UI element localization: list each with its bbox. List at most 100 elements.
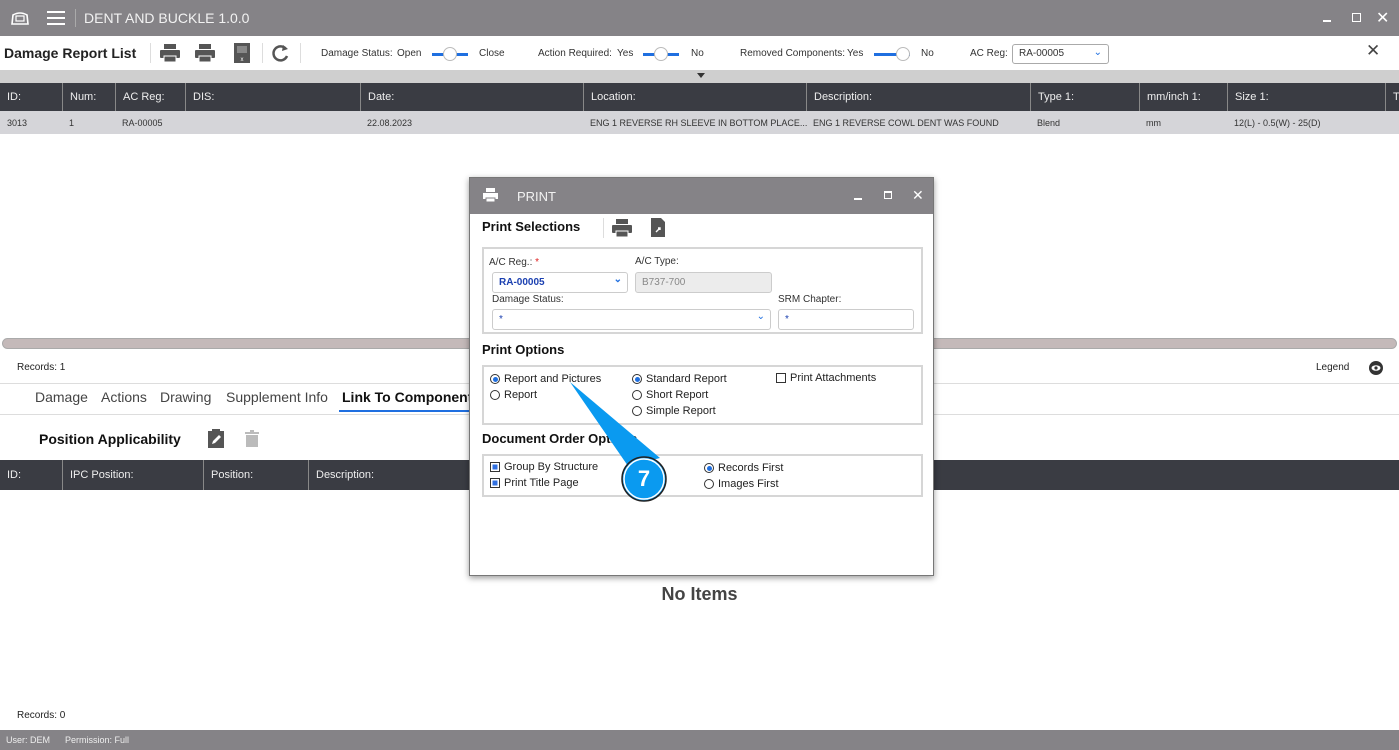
radio-report-and-pictures[interactable]: Report and Pictures [490, 373, 601, 385]
col-description[interactable]: Description: [308, 460, 374, 490]
close-dialog-button[interactable]: ✕ [912, 187, 924, 204]
damage-status-select[interactable]: * ⌄ [492, 309, 771, 330]
refresh-icon[interactable] [270, 43, 290, 63]
table-row[interactable]: 3013 1 RA-00005 22.08.2023 ENG 1 REVERSE… [0, 111, 1399, 134]
radio-simple-report[interactable]: Simple Report [632, 405, 716, 417]
tab-drawing[interactable]: Drawing [160, 389, 211, 405]
removed-components-label: Removed Components: [740, 48, 846, 59]
col-id[interactable]: ID: [0, 83, 21, 111]
print-dialog: PRINT ✕ Print Selections A/C Reg.: * RA-… [469, 177, 934, 576]
cell-type1: Blend [1037, 117, 1061, 128]
title-bar: DENT AND BUCKLE 1.0.0 ✕ [0, 0, 1399, 36]
checkbox-print-attachments[interactable]: Print Attachments [776, 372, 876, 384]
col-location[interactable]: Location: [583, 83, 636, 111]
col-ipc-position[interactable]: IPC Position: [62, 460, 134, 490]
removed-yes-label: Yes [847, 48, 864, 59]
col-position[interactable]: Position: [203, 460, 253, 490]
action-required-toggle[interactable] [643, 47, 679, 61]
collapse-strip[interactable] [0, 70, 1399, 83]
close-window-button[interactable]: ✕ [1376, 8, 1389, 28]
ac-reg-value: RA-00005 [499, 277, 545, 288]
radio-standard-report[interactable]: Standard Report [632, 373, 727, 385]
col-id[interactable]: ID: [0, 460, 21, 490]
col-dis[interactable]: DIS: [185, 83, 214, 111]
ac-reg-label: A/C Reg.: [489, 257, 533, 268]
col-size1[interactable]: Size 1: [1227, 83, 1269, 111]
cell-ac-reg: RA-00005 [122, 117, 163, 128]
cell-id: 3013 [7, 117, 28, 128]
chevron-down-icon: ⌄ [613, 274, 622, 285]
restore-button[interactable] [1352, 13, 1361, 22]
ac-type-field: B737-700 [635, 272, 772, 293]
checkbox-print-title-page[interactable]: Print Title Page [490, 477, 579, 489]
app-logo-icon [11, 12, 29, 25]
srm-chapter-label: SRM Chapter: [778, 294, 842, 305]
col-type1[interactable]: Type 1: [1030, 83, 1074, 111]
tab-damage[interactable]: Damage [35, 389, 88, 405]
option-label: Images First [718, 478, 779, 490]
document-order-title: Document Order Options [482, 431, 638, 446]
option-label: Report [504, 389, 538, 401]
damage-status-toggle[interactable] [432, 47, 468, 61]
chevron-down-icon: ⌄ [756, 311, 765, 322]
col-description[interactable]: Description: [806, 83, 872, 111]
export-file-icon[interactable] [651, 218, 665, 237]
eye-icon[interactable] [1369, 361, 1383, 375]
records-count: Records: 1 [17, 362, 66, 373]
status-bar: User: DEM Permission: Full [0, 730, 1399, 750]
radio-short-report[interactable]: Short Report [632, 389, 708, 401]
damage-status-label: Damage Status: [321, 48, 393, 59]
col-num[interactable]: Num: [62, 83, 96, 111]
ac-reg-value: RA-00005 [1019, 48, 1065, 59]
print-options-box: Report and Pictures Report Standard Repo… [482, 365, 923, 425]
print-preview-icon[interactable] [195, 44, 215, 62]
cell-location: ENG 1 REVERSE RH SLEEVE IN BOTTOM PLACE.… [590, 117, 808, 128]
radio-images-first[interactable]: Images First [704, 478, 779, 490]
damage-status-close-label: Close [479, 48, 505, 59]
radio-report[interactable]: Report [490, 389, 537, 401]
delete-icon[interactable] [245, 430, 259, 447]
app-title: DENT AND BUCKLE 1.0.0 [84, 10, 250, 26]
print-icon [483, 188, 498, 202]
ac-reg-select[interactable]: RA-00005 ⌄ [1012, 44, 1109, 64]
radio-records-first[interactable]: Records First [704, 462, 783, 474]
close-panel-button[interactable]: ✕ [1366, 41, 1380, 61]
legend-label[interactable]: Legend [1316, 362, 1349, 373]
srm-chapter-input[interactable]: * [778, 309, 914, 330]
col-date[interactable]: Date: [360, 83, 394, 111]
cell-description: ENG 1 REVERSE COWL DENT WAS FOUND [813, 117, 999, 128]
collapse-arrow-icon[interactable] [697, 73, 705, 78]
col-ac-reg[interactable]: AC Reg: [115, 83, 165, 111]
print-button-icon[interactable] [612, 219, 632, 237]
toolbar: Damage Report List x Damage Status: Open… [0, 36, 1399, 70]
action-yes-label: Yes [617, 48, 634, 59]
col-mm-inch1[interactable]: mm/inch 1: [1139, 83, 1201, 111]
hamburger-menu-icon[interactable] [47, 11, 65, 25]
option-label: Report and Pictures [504, 373, 602, 385]
print-selections-title: Print Selections [482, 219, 581, 234]
ac-type-label: A/C Type: [635, 256, 679, 267]
damage-status-value: * [499, 314, 503, 325]
action-no-label: No [691, 48, 704, 59]
maximize-button[interactable] [884, 191, 892, 199]
tab-actions[interactable]: Actions [101, 389, 147, 405]
ac-reg-label: AC Reg: [970, 48, 1008, 59]
option-label: Simple Report [646, 405, 716, 417]
cell-date: 22.08.2023 [367, 117, 413, 128]
edit-icon[interactable] [208, 429, 224, 448]
col-type2[interactable]: T [1385, 83, 1399, 111]
tab-supplement-info[interactable]: Supplement Info [226, 389, 328, 405]
checkbox-group-by-structure[interactable]: Group By Structure [490, 461, 598, 473]
print-icon[interactable] [160, 44, 180, 62]
minimize-button[interactable] [1323, 20, 1331, 22]
cell-size1: 12(L) - 0.5(W) - 25(D) [1234, 117, 1321, 128]
minimize-button[interactable] [854, 198, 862, 200]
removed-no-label: No [921, 48, 934, 59]
print-dialog-titlebar: PRINT ✕ [470, 178, 933, 214]
export-excel-icon[interactable]: x [234, 43, 250, 63]
ac-reg-select[interactable]: RA-00005 ⌄ [492, 272, 628, 293]
page-title: Damage Report List [4, 45, 137, 61]
callout-number: 7 [637, 466, 651, 491]
tab-link-to-components[interactable]: Link To Components [342, 389, 480, 405]
removed-components-toggle[interactable] [874, 47, 910, 61]
